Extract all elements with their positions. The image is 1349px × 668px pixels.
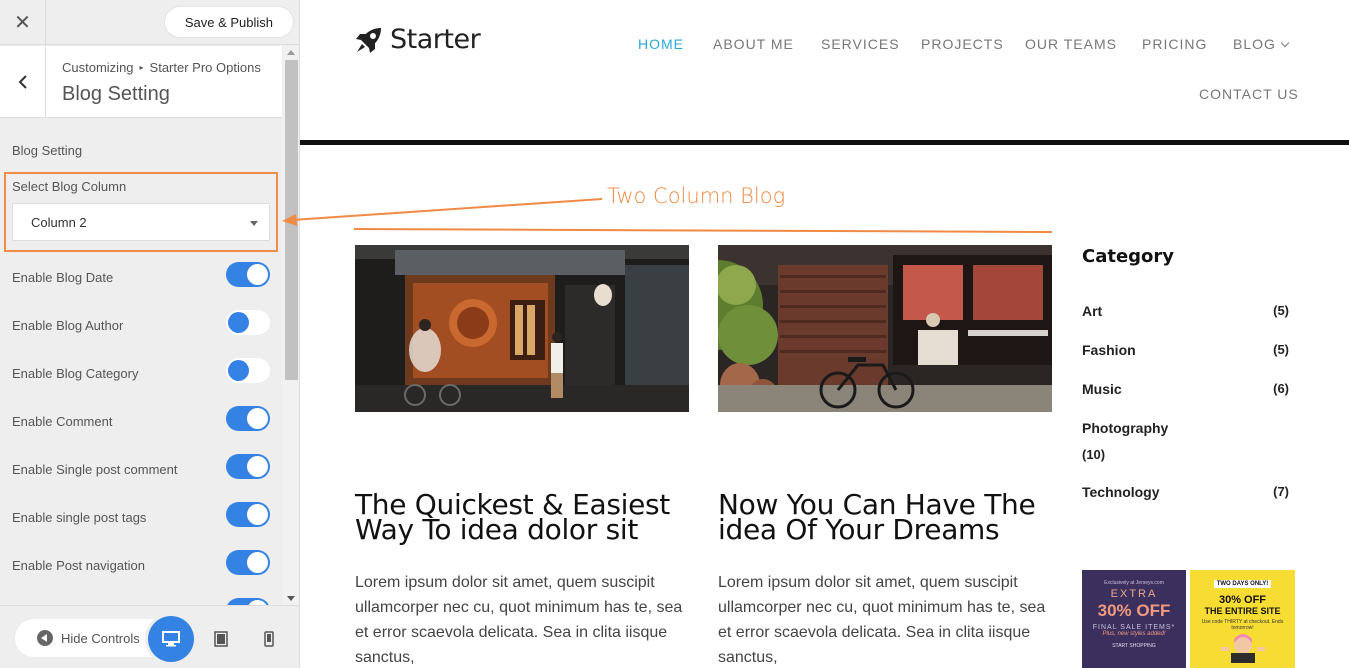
advertisement-banner[interactable]: Exclusively at Jerseys.com EXTRA 30% OFF… — [1082, 570, 1295, 668]
comment-toggle[interactable] — [226, 406, 270, 431]
sidebar-scrollbar[interactable] — [283, 46, 299, 605]
option-label: Enable Blog Date — [12, 270, 114, 285]
blog-column-control-highlight: Select Blog Column Column 2 — [4, 172, 278, 252]
nav-home[interactable]: HOME — [638, 36, 684, 52]
tablet-preview-icon[interactable] — [210, 628, 232, 650]
ad-text: Exclusively at Jerseys.com — [1104, 580, 1164, 586]
post-image[interactable] — [718, 245, 1052, 412]
site-logo[interactable]: Starter — [354, 24, 481, 55]
ad-panel-right: TWO DAYS ONLY! 30% OFF THE ENTIRE SITE U… — [1190, 570, 1295, 668]
blog-column-label: Select Blog Column — [12, 179, 127, 194]
option-row-blog-author: Enable Blog Author — [0, 310, 283, 358]
single-post-comment-toggle[interactable] — [226, 454, 270, 479]
collapse-icon — [37, 630, 53, 646]
post-title[interactable]: Now You Can Have The idea Of Your Dreams — [718, 491, 1052, 544]
single-post-tags-toggle[interactable] — [226, 502, 270, 527]
ad-text: EXTRA — [1110, 588, 1158, 600]
category-link[interactable]: Fashion — [1082, 342, 1136, 358]
nav-our-teams[interactable]: OUR TEAMS — [1025, 36, 1117, 52]
option-row-comment: Enable Comment — [0, 406, 283, 454]
category-link[interactable]: Art — [1082, 303, 1102, 319]
ad-panel-left: Exclusively at Jerseys.com EXTRA 30% OFF… — [1082, 570, 1186, 668]
panel-title: Blog Setting — [62, 83, 170, 105]
breadcrumb-item: Customizing — [62, 60, 134, 75]
close-icon[interactable]: ✕ — [0, 0, 46, 45]
category-link[interactable]: Photography — [1082, 420, 1168, 436]
customizer-header: ✕ Save & Publish — [0, 0, 299, 45]
nav-projects[interactable]: PROJECTS — [921, 36, 1004, 52]
post-excerpt: Lorem ipsum dolor sit amet, quem suscipi… — [718, 574, 1046, 666]
save-publish-button[interactable]: Save & Publish — [163, 6, 294, 38]
dropdown-caret-icon — [250, 221, 258, 226]
option-label: Enable Comment — [12, 414, 113, 429]
ad-text: THE ENTIRE SITE — [1204, 606, 1281, 616]
post-navigation-toggle[interactable] — [226, 550, 270, 575]
site-preview: Starter HOME ABOUT ME SERVICES PROJECTS … — [300, 0, 1349, 668]
post-title[interactable]: The Quickest & Easiest Way To idea dolor… — [355, 491, 689, 544]
post-excerpt: Lorem ipsum dolor sit amet, quem suscipi… — [355, 574, 683, 666]
option-row-single-post-comment: Enable Single post comment — [0, 454, 283, 502]
breadcrumb-separator-icon: ▸ — [139, 63, 144, 72]
ad-text: Plus, new styles added! — [1102, 631, 1166, 637]
nav-services[interactable]: SERVICES — [821, 36, 900, 52]
category-count: (5) — [1273, 342, 1289, 357]
blog-date-toggle[interactable] — [226, 262, 270, 287]
option-row-post-navigation: Enable Post navigation — [0, 550, 283, 598]
category-count: (6) — [1273, 381, 1289, 396]
nav-pricing[interactable]: PRICING — [1142, 36, 1207, 52]
option-label: Enable single post tags — [12, 510, 147, 525]
category-heading: Category — [1082, 246, 1175, 267]
nav-contact-us[interactable]: CONTACT US — [1199, 86, 1299, 102]
ad-text: 30% OFF — [1097, 601, 1171, 620]
option-row-partial — [0, 598, 283, 605]
post-image[interactable] — [355, 245, 689, 412]
rocket-logo-icon — [356, 27, 381, 53]
category-count: (7) — [1273, 484, 1289, 499]
customizer-footer: Hide Controls — [0, 605, 299, 668]
category-count: (5) — [1273, 303, 1289, 318]
breadcrumb-item: Starter Pro Options — [149, 60, 261, 75]
desktop-preview-icon[interactable] — [148, 616, 194, 662]
section-title: Blog Setting — [12, 143, 83, 158]
ad-text: 30% OFF — [1218, 594, 1267, 606]
hide-controls-label: Hide Controls — [61, 630, 140, 646]
logo-text: Starter — [390, 24, 481, 55]
mobile-preview-icon[interactable] — [258, 628, 280, 650]
partial-toggle[interactable] — [226, 598, 270, 605]
category-link[interactable]: Technology — [1082, 484, 1160, 500]
annotation-callout: Two Column Blog — [607, 184, 786, 208]
ad-text: TWO DAYS ONLY! — [1213, 580, 1272, 588]
option-label: Enable Post navigation — [12, 558, 145, 573]
customizer-sidebar: ✕ Save & Publish Customizing ▸ Starter Pro… — [0, 0, 300, 668]
nav-blog-label: BLOG — [1233, 36, 1276, 52]
nav-blog[interactable]: BLOG — [1233, 36, 1290, 52]
option-label: Enable Blog Category — [12, 366, 139, 381]
nav-about-me[interactable]: ABOUT ME — [713, 36, 794, 52]
hero-image-strip — [300, 140, 1349, 145]
controls-area: Blog Setting Select Blog Column Column 2… — [0, 118, 283, 605]
scroll-up-icon[interactable] — [287, 50, 295, 55]
blog-category-toggle[interactable] — [226, 358, 270, 383]
panel-header: Customizing ▸ Starter Pro Options Blog Set… — [0, 46, 282, 118]
blog-column-value: Column 2 — [31, 214, 87, 230]
category-count: (10) — [1082, 447, 1106, 462]
blog-column-select[interactable]: Column 2 — [12, 203, 270, 241]
back-arrow-icon[interactable] — [0, 46, 46, 118]
option-row-blog-category: Enable Blog Category — [0, 358, 283, 406]
ad-text: START SHOPPING — [1112, 643, 1156, 649]
option-label: Enable Single post comment — [12, 462, 178, 477]
option-row-blog-date: Enable Blog Date — [0, 262, 283, 310]
ad-text: Use code THIRTY at checkout. Ends tomorr… — [1201, 619, 1284, 631]
breadcrumb: Customizing ▸ Starter Pro Options — [62, 60, 261, 75]
option-label: Enable Blog Author — [12, 318, 124, 333]
ad-text: FINAL SALE ITEMS* — [1092, 624, 1176, 631]
ad-person-illustration — [1220, 634, 1265, 665]
chevron-down-icon — [1280, 38, 1290, 48]
scrollbar-thumb[interactable] — [285, 60, 298, 380]
scroll-down-icon[interactable] — [287, 596, 295, 601]
option-row-single-post-tags: Enable single post tags — [0, 502, 283, 550]
category-link[interactable]: Music — [1082, 381, 1122, 397]
blog-author-toggle[interactable] — [226, 310, 270, 335]
category-item: Photography (10) — [1082, 420, 1292, 462]
